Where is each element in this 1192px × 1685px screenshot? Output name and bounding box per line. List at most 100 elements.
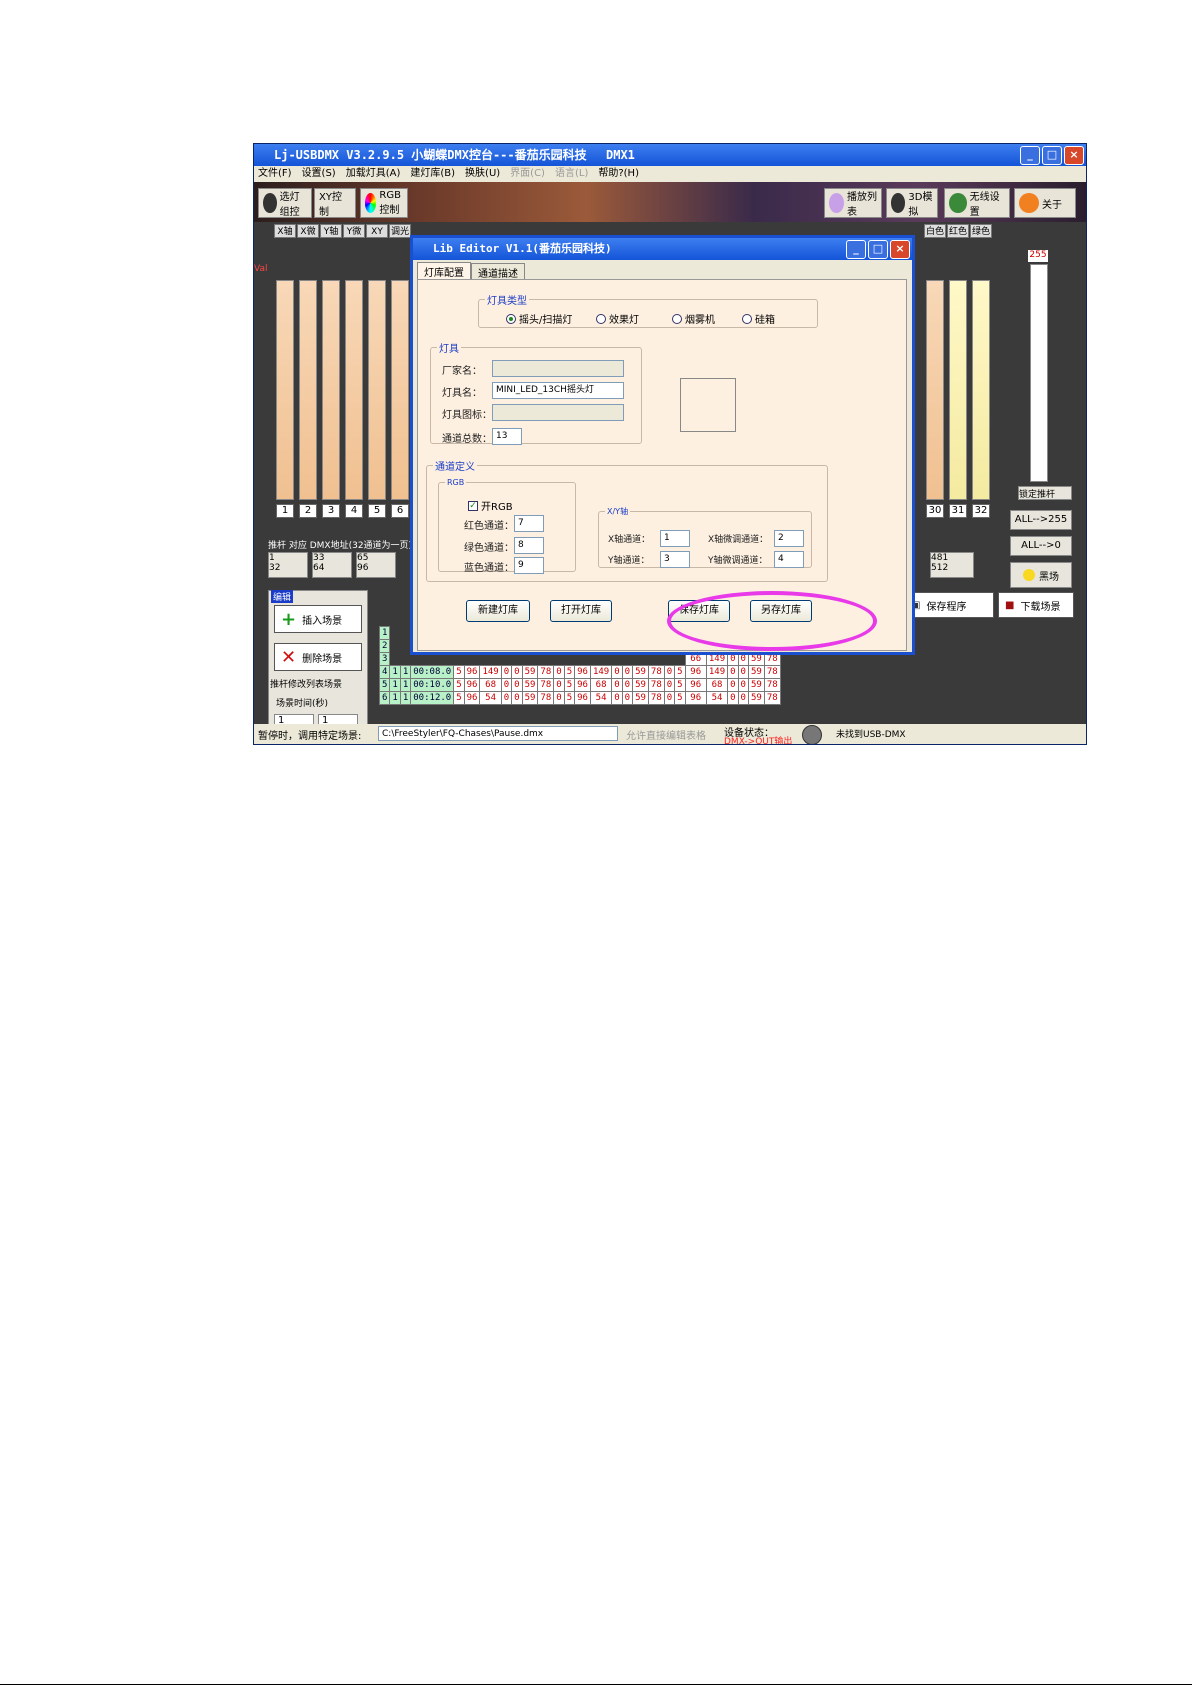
table-cell[interactable]: 0: [611, 678, 623, 692]
fader-lock-checkbox[interactable]: 锁定推杆: [1018, 486, 1072, 500]
channels-input[interactable]: 13: [492, 428, 522, 445]
table-cell[interactable]: 0: [621, 665, 634, 679]
channel-fader[interactable]: [299, 280, 317, 500]
y-channel-input[interactable]: 3: [660, 551, 690, 568]
table-cell[interactable]: 78: [647, 678, 665, 692]
table-cell[interactable]: 78: [763, 665, 781, 679]
table-cell[interactable]: 5: [674, 678, 686, 692]
table-cell[interactable]: 96: [574, 691, 591, 705]
menu-file[interactable]: 文件(F): [258, 166, 292, 182]
menu-build-lib[interactable]: 建灯库(B): [410, 166, 455, 182]
about-button[interactable]: 关于: [1014, 188, 1076, 218]
xfine-channel-input[interactable]: 2: [774, 530, 804, 547]
table-cell[interactable]: 5: [378, 678, 391, 692]
master-fader[interactable]: [1030, 264, 1048, 482]
table-cell[interactable]: 78: [647, 691, 665, 705]
table-cell[interactable]: 5: [674, 691, 686, 705]
table-cell[interactable]: 59: [747, 665, 765, 679]
xy-control-button[interactable]: XY控制: [314, 188, 356, 218]
red-channel-input[interactable]: 7: [514, 515, 544, 532]
table-cell[interactable]: 5: [674, 665, 686, 679]
lamp-type-dimmer[interactable]: 硅箱: [742, 311, 775, 326]
table-cell[interactable]: 2: [378, 639, 391, 653]
table-cell[interactable]: 1: [399, 691, 412, 705]
menu-settings[interactable]: 设置(S): [302, 166, 336, 182]
table-cell[interactable]: 96: [574, 678, 591, 692]
table-cell[interactable]: 5: [563, 691, 576, 705]
new-lib-button[interactable]: 新建灯库: [466, 600, 530, 622]
table-cell[interactable]: 0: [737, 691, 749, 705]
table-cell[interactable]: 0: [611, 665, 623, 679]
x-channel-input[interactable]: 1: [660, 530, 690, 547]
channel-fader[interactable]: [345, 280, 363, 500]
dialog-minimize-button[interactable]: _: [846, 240, 866, 259]
table-cell[interactable]: 78: [537, 678, 555, 692]
channel-fader[interactable]: [949, 280, 967, 500]
table-cell[interactable]: 59: [521, 665, 539, 679]
table-cell[interactable]: 5: [453, 678, 465, 692]
table-cell[interactable]: 0: [663, 678, 676, 692]
menu-skin[interactable]: 换肤(U): [465, 166, 500, 182]
table-cell[interactable]: 54: [479, 691, 502, 705]
channel-fader[interactable]: [391, 280, 409, 500]
open-lib-button[interactable]: 打开灯库: [550, 600, 612, 622]
table-cell[interactable]: 96: [574, 665, 591, 679]
save-program-button[interactable]: ▣ 保存程序: [904, 592, 994, 618]
table-cell[interactable]: 0: [611, 691, 623, 705]
menu-help[interactable]: 帮助?(H): [598, 166, 639, 182]
dialog-titlebar[interactable]: Lib Editor V1.1(番茄乐园科技) _ □ ×: [413, 238, 912, 260]
table-cell[interactable]: 5: [563, 665, 576, 679]
table-cell[interactable]: 0: [727, 691, 739, 705]
table-cell[interactable]: 5: [453, 691, 465, 705]
table-cell[interactable]: 00:08.0: [410, 665, 455, 679]
allow-edit-checkbox[interactable]: 允许直接编辑表格: [626, 727, 706, 742]
table-cell[interactable]: 78: [763, 678, 781, 692]
table-cell[interactable]: 68: [705, 678, 729, 692]
table-cell[interactable]: 96: [684, 691, 707, 705]
table-cell[interactable]: 68: [479, 678, 502, 692]
rgb-enable-checkbox[interactable]: ✓ 开RGB: [468, 498, 513, 513]
channel-fader[interactable]: [926, 280, 944, 500]
menu-load-lamp[interactable]: 加载灯具(A): [346, 166, 401, 182]
table-cell[interactable]: 4: [378, 665, 391, 679]
table-cell[interactable]: 96: [463, 691, 481, 705]
yfine-channel-input[interactable]: 4: [774, 551, 804, 568]
channel-fader[interactable]: [368, 280, 386, 500]
table-cell[interactable]: 96: [463, 665, 481, 679]
table-cell[interactable]: 1: [389, 678, 401, 692]
table-cell[interactable]: 0: [553, 678, 565, 692]
table-cell[interactable]: 68: [589, 678, 613, 692]
insert-scene-button[interactable]: + 插入场景: [274, 605, 362, 633]
select-lamp-button[interactable]: 选灯组控: [258, 188, 312, 218]
table-cell[interactable]: 1: [389, 691, 401, 705]
table-cell[interactable]: 0: [727, 678, 739, 692]
channel-fader[interactable]: [972, 280, 990, 500]
table-cell[interactable]: 0: [663, 665, 676, 679]
table-cell[interactable]: 5: [453, 665, 465, 679]
table-cell[interactable]: 59: [747, 678, 765, 692]
address-page[interactable]: 33 64: [312, 552, 352, 578]
table-row[interactable]: 4 1 1 00:08.0 5 96 149 0 0 59 78 0 5 96 149 0 0 59 78 0 5 96 1…: [378, 665, 781, 679]
lamp-name-input[interactable]: MINI_LED_13CH摇头灯: [492, 382, 624, 399]
table-cell[interactable]: 0: [500, 665, 513, 679]
table-cell[interactable]: 59: [632, 665, 649, 679]
lamp-type-moving-head[interactable]: 摇头/扫描灯: [506, 311, 572, 326]
main-titlebar[interactable]: Lj-USBDMX V3.2.9.5 小蝴蝶DMX控台---番茄乐园科技 DMX…: [254, 144, 1086, 166]
address-page[interactable]: 1 32: [268, 552, 308, 578]
table-cell[interactable]: 0: [663, 691, 676, 705]
channel-fader[interactable]: [322, 280, 340, 500]
maximize-button[interactable]: □: [1042, 146, 1062, 165]
lamp-icon-input[interactable]: [492, 404, 624, 421]
table-cell[interactable]: 0: [500, 691, 513, 705]
table-cell[interactable]: 59: [521, 678, 539, 692]
blue-channel-input[interactable]: 9: [514, 557, 544, 574]
tab-lib-config[interactable]: 灯库配置: [417, 262, 471, 280]
close-button[interactable]: ×: [1064, 146, 1084, 165]
menu-ui[interactable]: 界面(C): [510, 166, 545, 182]
table-cell[interactable]: 59: [632, 678, 649, 692]
table-cell[interactable]: 0: [553, 691, 565, 705]
sim3d-button[interactable]: 3D模拟: [886, 188, 938, 218]
table-cell[interactable]: 1: [399, 665, 412, 679]
table-cell[interactable]: 0: [511, 678, 523, 692]
table-row[interactable]: 6 1 1 00:12.0 5 96 54 0 0 59 78 0 5 96 54 0 0 59 78 0 5 96 54 0…: [378, 691, 781, 705]
